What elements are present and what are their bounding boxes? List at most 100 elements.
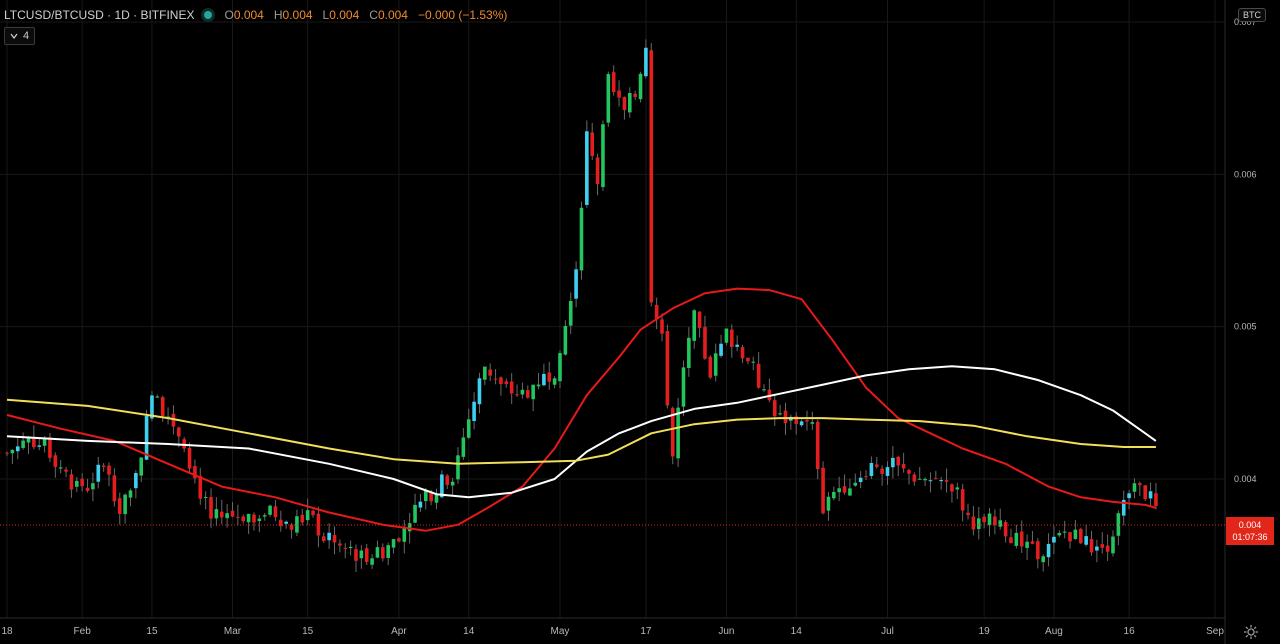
candle-body	[10, 449, 15, 454]
candle-body	[601, 124, 605, 188]
candle-body	[252, 514, 256, 523]
candle-body	[665, 331, 670, 406]
candle-body	[558, 353, 562, 382]
candle-body	[966, 512, 970, 516]
last-price-value: 0.004	[1238, 520, 1262, 530]
candle-body	[418, 501, 423, 508]
last-price-tag: 0.004 01:07:36	[1226, 517, 1274, 545]
candle-body	[595, 157, 600, 184]
candle-body	[1014, 532, 1019, 546]
candle-body	[821, 467, 825, 514]
candle-body	[493, 378, 498, 380]
gear-icon[interactable]	[1243, 624, 1259, 640]
currency-badge[interactable]: BTC	[1238, 8, 1266, 22]
candle-body	[1057, 532, 1062, 536]
candle-body	[1003, 522, 1008, 537]
time-tick-label: Jun	[718, 626, 734, 637]
candle-body	[869, 462, 874, 477]
time-tick-label: Jul	[881, 626, 894, 637]
price-axis[interactable]: 0.0070.0060.0050.004	[1234, 17, 1257, 484]
candle-body	[848, 488, 852, 496]
candle-body	[939, 480, 943, 482]
candle-body	[42, 438, 47, 446]
candle-body	[160, 397, 165, 416]
candle-body	[107, 465, 111, 475]
candle-body	[21, 440, 25, 448]
candle-body	[805, 420, 809, 422]
candle-body	[413, 504, 417, 523]
candle-body	[724, 328, 729, 343]
candle-body	[649, 50, 654, 303]
candle-body	[37, 445, 42, 447]
candle-body	[799, 421, 804, 426]
candle-body	[815, 421, 820, 470]
indicators-toggle-button[interactable]: 4	[4, 27, 36, 45]
time-tick-label: Mar	[224, 626, 242, 637]
candle-body	[359, 550, 364, 559]
time-tick-label: Sep	[1206, 626, 1224, 637]
price-tick-label: 0.006	[1234, 169, 1257, 179]
candle-body	[982, 516, 986, 523]
candle-body	[1068, 532, 1072, 542]
candle-body	[177, 427, 181, 437]
ohlc-high: H0.004	[273, 8, 313, 22]
candle-body	[783, 410, 788, 424]
candle-body	[778, 413, 782, 415]
time-tick-label: May	[551, 626, 570, 637]
candle-body	[461, 437, 466, 457]
candle-body	[687, 337, 691, 369]
candle-body	[934, 478, 938, 480]
candle-body	[1084, 536, 1088, 545]
candle-body	[58, 467, 63, 469]
time-tick-label: 18	[1, 626, 13, 637]
candle-body	[48, 437, 52, 458]
candle-body	[241, 516, 246, 522]
candle-body	[960, 489, 965, 511]
time-axis[interactable]: 18 Feb 15 Mar 15 Apr 14 May 17 Jun 14 Jul 19 Aug 16 Sep	[1, 626, 1224, 637]
candle-body	[268, 505, 272, 515]
candle-body	[15, 446, 20, 452]
candle-body	[896, 456, 901, 466]
candle-body	[891, 457, 895, 468]
candle-body	[917, 478, 922, 480]
candle-body	[219, 511, 224, 518]
candle-body	[536, 384, 541, 387]
candle-body	[1009, 537, 1013, 544]
candle-body	[1095, 546, 1099, 551]
candle-body	[810, 422, 815, 424]
candle-body	[987, 513, 992, 526]
candle-body	[585, 131, 589, 205]
candle-body	[552, 378, 557, 385]
candle-body	[547, 372, 552, 382]
symbol-title[interactable]: LTCUSD/BTCUSD · 1D · BITFINEX	[4, 8, 194, 22]
candle-body	[1154, 493, 1158, 507]
candle-body	[568, 300, 573, 326]
candle-body	[950, 484, 954, 492]
candle-body	[955, 487, 960, 490]
candle-body	[472, 401, 476, 421]
candle-body	[134, 473, 138, 489]
candle-body	[1127, 493, 1131, 499]
candle-body	[944, 480, 949, 482]
candle-body	[611, 72, 616, 93]
candle-body	[354, 549, 358, 561]
ohlc-low: L0.004	[322, 8, 360, 22]
candle-body	[832, 491, 836, 499]
candle-body	[692, 310, 697, 341]
moving-averages	[6, 287, 1157, 532]
candles	[5, 39, 1158, 573]
candle-body	[155, 396, 160, 398]
candle-body	[735, 344, 739, 347]
candle-body	[842, 486, 847, 493]
candle-body	[660, 319, 664, 334]
candle-body	[246, 513, 251, 523]
candlestick-chart[interactable]: 0.0070.0060.0050.004 18 Feb 15 Mar 15 Apr 14 Ma…	[0, 0, 1280, 644]
candle-body	[262, 515, 267, 517]
candle-body	[5, 452, 9, 454]
candle-body	[209, 496, 213, 519]
candle-body	[284, 521, 288, 524]
candle-body	[348, 546, 353, 549]
candle-body	[1046, 543, 1051, 558]
candle-body	[69, 474, 74, 490]
candle-body	[80, 478, 84, 487]
